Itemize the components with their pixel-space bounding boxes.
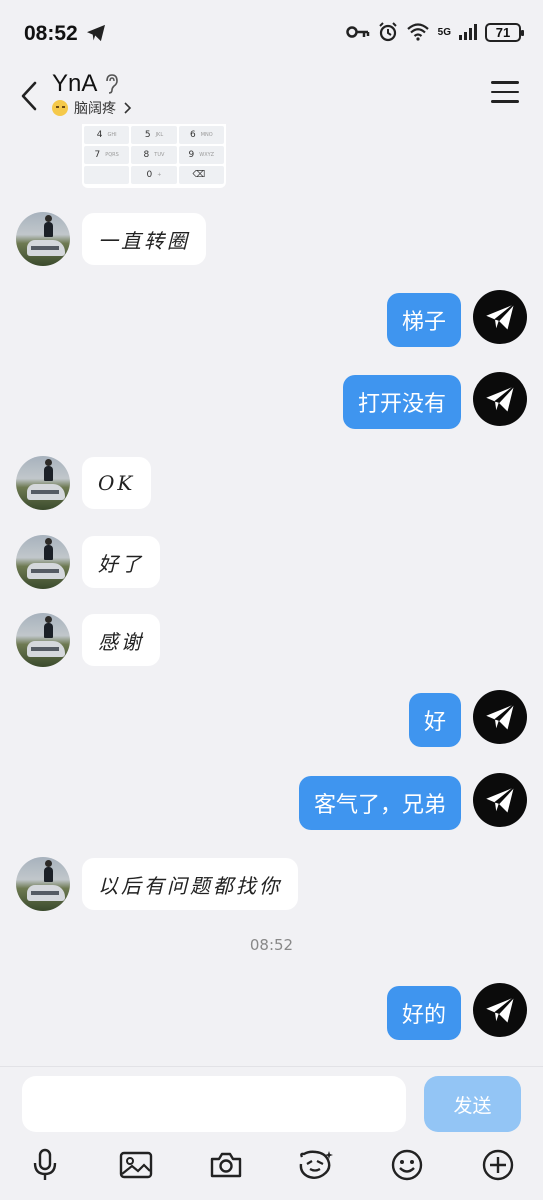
self-avatar[interactable]: [473, 372, 527, 426]
message-input[interactable]: [22, 1076, 406, 1132]
contact-avatar[interactable]: [16, 535, 70, 589]
keypad-letters: MNO: [200, 132, 213, 138]
keypad-letters: PQRS: [105, 152, 119, 158]
status-time: 08:52: [24, 22, 78, 45]
incoming-message-bubble[interactable]: OK: [82, 457, 152, 509]
outgoing-message-bubble[interactable]: 梯子: [386, 293, 461, 347]
keypad-letters: GHI: [107, 132, 117, 138]
keypad-digit: 9: [188, 150, 195, 160]
contact-avatar[interactable]: [16, 212, 70, 266]
keypad-key: 5 JKL: [131, 126, 177, 144]
keypad-digit: 6: [189, 130, 196, 140]
plus-icon[interactable]: [478, 1145, 518, 1185]
keypad-key: 4 GHI: [84, 126, 130, 144]
message-timestamp: 08:52: [249, 936, 294, 954]
status-emoji-icon: [52, 100, 68, 116]
wifi-icon: [406, 23, 429, 41]
incoming-message-bubble[interactable]: 以后有问题都找你: [82, 858, 298, 910]
chat-header: YnA 脑阔疼: [0, 68, 543, 124]
image-icon[interactable]: [116, 1145, 156, 1185]
keypad-key: 8 TUV: [131, 146, 177, 164]
send-arrow-icon: [86, 24, 106, 46]
chevron-left-icon: [21, 81, 37, 111]
mic-icon[interactable]: [25, 1145, 65, 1185]
contact-status[interactable]: 脑阔疼: [52, 98, 132, 118]
network-type: 5G: [437, 26, 451, 38]
status-bar: 08:52 5G 71: [0, 0, 543, 68]
key-icon: [345, 26, 369, 38]
keypad-key: [84, 166, 130, 184]
self-avatar[interactable]: [473, 773, 527, 827]
ear-icon[interactable]: [104, 74, 118, 98]
keypad-digit: 0: [146, 170, 153, 180]
contact-avatar[interactable]: [16, 613, 70, 667]
keypad-key: 6 MNO: [178, 126, 224, 144]
keypad-letters: JKL: [155, 132, 164, 138]
contact-avatar[interactable]: [16, 456, 70, 510]
keypad-digit: ⌫: [192, 170, 206, 180]
menu-button[interactable]: [491, 78, 519, 106]
self-avatar[interactable]: [473, 690, 527, 744]
keypad-key: ⌫: [178, 166, 224, 184]
keypad-key: 9 WXYZ: [178, 146, 224, 164]
camera-icon[interactable]: [206, 1145, 246, 1185]
keypad-digit: 5: [144, 130, 151, 140]
keypad-digit: 7: [94, 150, 101, 160]
composer: 发送: [0, 1066, 543, 1200]
keypad-letters: +: [157, 172, 162, 178]
chevron-right-icon: [124, 102, 132, 114]
outgoing-message-bubble[interactable]: 客气了，兄弟: [298, 776, 461, 830]
contact-name: YnA: [52, 70, 98, 97]
keypad-key: 0 +: [131, 166, 177, 184]
self-avatar[interactable]: [473, 290, 527, 344]
outgoing-message-bubble[interactable]: 好: [408, 693, 461, 747]
keypad-letters: TUV: [154, 152, 165, 158]
incoming-message-bubble[interactable]: 一直转圈: [82, 213, 206, 265]
sticker-icon[interactable]: [296, 1145, 336, 1185]
contact-avatar[interactable]: [16, 857, 70, 911]
send-button[interactable]: 发送: [424, 1076, 521, 1132]
incoming-message-bubble[interactable]: 感谢: [82, 614, 160, 666]
composer-toolbar: [0, 1145, 543, 1185]
emoji-icon[interactable]: [387, 1145, 427, 1185]
battery-level: 71: [485, 22, 524, 42]
keypad-letters: WXYZ: [199, 152, 215, 158]
image-message-keypad[interactable]: 4 GHI 5 JKL 6 MNO 7 PQRS 8 TUV 9 WXYZ 0 + ⌫: [82, 124, 226, 188]
alarm-icon: [378, 22, 397, 42]
incoming-message-bubble[interactable]: 好了: [82, 536, 160, 588]
status-icons: 5G 71: [345, 22, 524, 42]
back-button[interactable]: [16, 76, 42, 116]
outgoing-message-bubble[interactable]: 打开没有: [342, 375, 461, 429]
outgoing-message-bubble[interactable]: 好的: [386, 986, 461, 1040]
status-text: 脑阔疼: [74, 101, 116, 117]
keypad-digit: 8: [143, 150, 150, 160]
self-avatar[interactable]: [473, 983, 527, 1037]
keypad-key: 7 PQRS: [84, 146, 130, 164]
signal-icon: [459, 24, 477, 40]
keypad-digit: 4: [96, 130, 103, 140]
